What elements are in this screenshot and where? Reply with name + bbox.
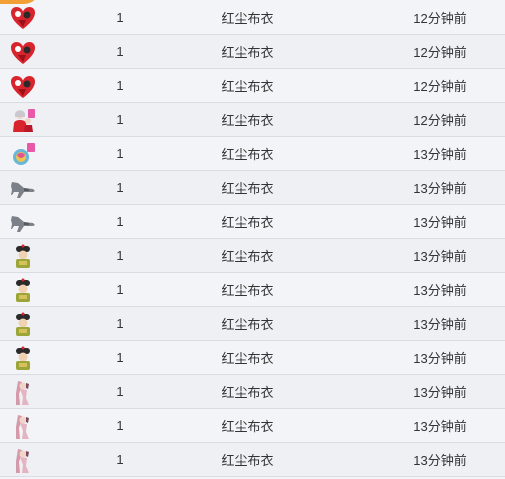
gift-time: 13分钟前 xyxy=(413,147,467,162)
sender-name: 红尘布衣 xyxy=(221,351,274,366)
gift-time: 13分钟前 xyxy=(413,181,467,196)
gift-time: 12分钟前 xyxy=(413,79,467,94)
gift-time: 12分钟前 xyxy=(413,113,467,128)
gift-count: 1 xyxy=(116,44,124,59)
couple-gift-icon xyxy=(10,108,36,134)
gift-time: 13分钟前 xyxy=(413,215,467,230)
qing-official-icon xyxy=(10,312,36,338)
sender-name: 红尘布衣 xyxy=(221,45,274,60)
sender-name: 红尘布衣 xyxy=(221,113,274,128)
gift-record-list: 1 红尘布衣 12分钟前 1 红尘布衣 12分钟前 1 红尘布衣 12分钟前 1… xyxy=(0,0,505,477)
gift-time: 13分钟前 xyxy=(413,317,467,332)
gift-time: 13分钟前 xyxy=(413,453,467,468)
gift-record-row[interactable]: 1 红尘布衣 13分钟前 xyxy=(0,375,505,409)
sender-name: 红尘布衣 xyxy=(221,147,274,162)
heart-roses-icon xyxy=(10,40,36,66)
qing-official-icon xyxy=(10,244,36,270)
dancer-icon xyxy=(10,414,36,440)
gift-count: 1 xyxy=(116,214,124,229)
gift-record-row[interactable]: 1 红尘布衣 13分钟前 xyxy=(0,341,505,375)
gift-record-row[interactable]: 1 红尘布衣 12分钟前 xyxy=(0,35,505,69)
qing-official-icon xyxy=(10,346,36,372)
heart-roses-icon xyxy=(10,74,36,100)
gift-record-row[interactable]: 1 红尘布衣 13分钟前 xyxy=(0,137,505,171)
sender-name: 红尘布衣 xyxy=(221,283,274,298)
gift-record-row[interactable]: 1 红尘布衣 12分钟前 xyxy=(0,103,505,137)
gift-charm-icon xyxy=(10,142,36,168)
fighter-jet-icon xyxy=(10,176,36,202)
gift-record-row[interactable]: 1 红尘布衣 13分钟前 xyxy=(0,443,505,477)
qing-official-icon xyxy=(10,278,36,304)
gift-count: 1 xyxy=(116,112,124,127)
gift-time: 13分钟前 xyxy=(413,419,467,434)
gift-count: 1 xyxy=(116,350,124,365)
gift-record-row[interactable]: 1 红尘布衣 13分钟前 xyxy=(0,239,505,273)
gift-record-row[interactable]: 1 红尘布衣 13分钟前 xyxy=(0,409,505,443)
gift-time: 13分钟前 xyxy=(413,385,467,400)
sender-name: 红尘布衣 xyxy=(221,181,274,196)
dancer-icon xyxy=(10,448,36,474)
fighter-jet-icon xyxy=(10,210,36,236)
gift-count: 1 xyxy=(116,9,124,25)
gift-record-row[interactable]: 1 红尘布衣 12分钟前 xyxy=(0,69,505,103)
gift-record-row[interactable]: 1 红尘布衣 13分钟前 xyxy=(0,171,505,205)
gift-count: 1 xyxy=(116,180,124,195)
gift-record-row[interactable]: 1 红尘布衣 13分钟前 xyxy=(0,307,505,341)
gift-time: 12分钟前 xyxy=(413,10,467,26)
gift-count: 1 xyxy=(116,282,124,297)
gift-time: 13分钟前 xyxy=(413,283,467,298)
gift-record-row[interactable]: 1 红尘布衣 12分钟前 xyxy=(0,0,505,35)
heart-roses-icon xyxy=(10,5,36,31)
gift-count: 1 xyxy=(116,452,124,467)
gift-count: 1 xyxy=(116,248,124,263)
gift-count: 1 xyxy=(116,78,124,93)
sender-name: 红尘布衣 xyxy=(221,79,274,94)
gift-count: 1 xyxy=(116,316,124,331)
sender-name: 红尘布衣 xyxy=(221,249,274,264)
gift-record-row[interactable]: 1 红尘布衣 13分钟前 xyxy=(0,205,505,239)
gift-count: 1 xyxy=(116,146,124,161)
sender-name: 红尘布衣 xyxy=(221,317,274,332)
gift-count: 1 xyxy=(116,418,124,433)
gift-record-row[interactable]: 1 红尘布衣 13分钟前 xyxy=(0,273,505,307)
sender-name: 红尘布衣 xyxy=(221,215,274,230)
sender-name: 红尘布衣 xyxy=(221,385,274,400)
sender-name: 红尘布衣 xyxy=(221,10,274,26)
gift-time: 13分钟前 xyxy=(413,249,467,264)
sender-name: 红尘布衣 xyxy=(221,419,274,434)
gift-time: 13分钟前 xyxy=(413,351,467,366)
gift-count: 1 xyxy=(116,384,124,399)
sender-name: 红尘布衣 xyxy=(221,453,274,468)
gift-time: 12分钟前 xyxy=(413,45,467,60)
dancer-icon xyxy=(10,380,36,406)
